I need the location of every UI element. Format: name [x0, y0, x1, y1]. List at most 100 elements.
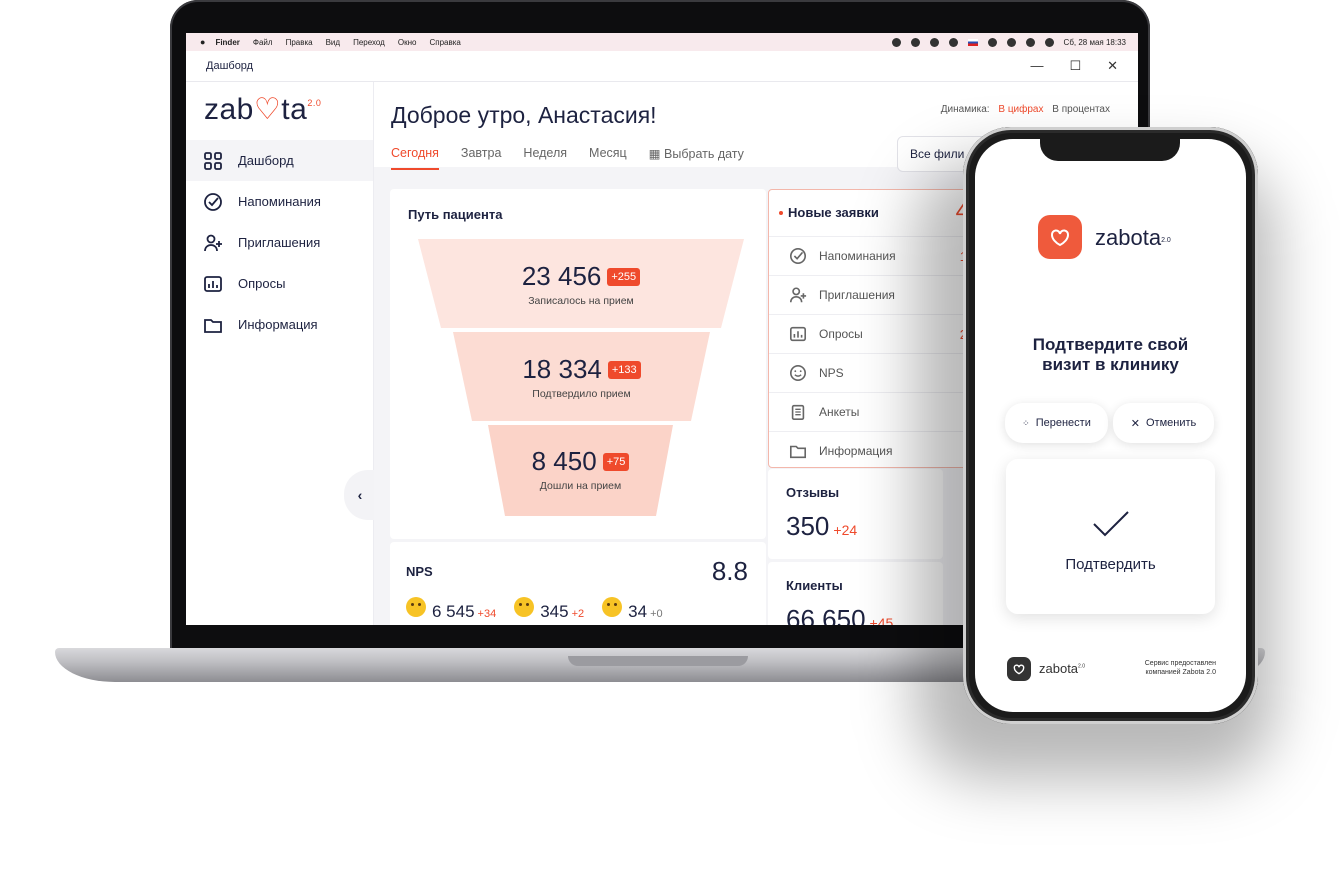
menubar: ● Finder Файл Правка Вид Переход Окно Сп… — [186, 33, 1138, 51]
sidebar-item-reminders[interactable]: Напоминания — [186, 181, 373, 222]
user-plus-icon — [787, 286, 809, 304]
funnel-stage: 8 450 +75 Дошли на прием — [505, 429, 656, 509]
dynamics-toggle: Динамика: В цифрах В процентах — [940, 104, 1110, 115]
phone-brand: zabota2.0 — [1095, 225, 1171, 250]
maximize-button[interactable]: ☐ — [1069, 58, 1081, 74]
close-icon: ✕ — [1130, 417, 1140, 430]
nps-breakdown: 6 545 +34 345 +2 34 +0 — [406, 597, 663, 622]
sidebar-item-invitations[interactable]: Приглашения — [186, 222, 373, 263]
funnel-stage: 23 456 +255 Записалось на прием — [441, 244, 721, 324]
happy-emoji-icon — [406, 597, 426, 617]
apple-icon[interactable]: ● — [200, 37, 205, 47]
delta-badge: +255 — [607, 267, 641, 286]
cancel-button[interactable]: ✕ Отменить — [1113, 403, 1214, 443]
heart-icon: ♡ — [253, 93, 282, 126]
moon-icon[interactable] — [948, 37, 958, 47]
status-icon[interactable] — [929, 37, 939, 47]
menu-edit[interactable]: Правка — [286, 38, 313, 47]
delta-badge: +75 — [602, 452, 630, 471]
menubar-status: Сб, 28 мая 18:33 — [891, 37, 1126, 47]
sidebar-item-label: Напоминания — [238, 194, 321, 209]
date-picker[interactable]: ▦ Выбрать дату — [649, 146, 744, 170]
phone-frame: zabota2.0 Подтвердите свой визит в клини… — [963, 127, 1258, 724]
chart-icon — [787, 325, 809, 343]
sidebar-item-information[interactable]: Информация — [186, 304, 373, 345]
sidebar-item-label: Опросы — [238, 276, 286, 291]
nps-promoters: 6 545 +34 — [406, 597, 496, 622]
wifi-icon[interactable] — [1006, 37, 1016, 47]
phone-notch — [1040, 139, 1180, 161]
check-circle-icon — [787, 247, 809, 265]
folder-icon — [787, 442, 809, 460]
page-title: Доброе утро, Анастасия! — [391, 102, 657, 128]
tab-tomorrow[interactable]: Завтра — [461, 146, 502, 170]
window-title: Дашборд — [206, 60, 254, 72]
check-circle-icon — [202, 191, 224, 213]
chevron-left-icon: ‹ — [357, 487, 363, 503]
sidebar-item-dashboard[interactable]: Дашборд — [186, 140, 373, 181]
minimize-button[interactable]: — — [1030, 58, 1043, 74]
dot-icon — [779, 210, 783, 215]
reviews-value: 350 +24 — [786, 511, 858, 541]
control-center-icon[interactable] — [1025, 37, 1035, 47]
sidebar-item-label: Дашборд — [238, 153, 294, 168]
clipboard-icon — [787, 403, 809, 421]
sidebar-item-label: Приглашения — [238, 235, 321, 250]
nps-neutrals: 345 +2 — [514, 597, 584, 622]
footer-logo-icon — [1007, 657, 1031, 681]
grid-icon — [202, 150, 224, 172]
menu-file[interactable]: Файл — [253, 38, 273, 47]
footer-brand: zabota2.0 — [1039, 661, 1085, 676]
neutral-emoji-icon — [514, 597, 535, 617]
sidebar-item-surveys[interactable]: Опросы — [186, 263, 373, 304]
user-plus-icon — [202, 232, 224, 254]
phone-screen: zabota2.0 Подтвердите свой визит в клини… — [975, 139, 1246, 712]
nps-score: 8.8 — [711, 556, 748, 586]
sidebar-item-label: Информация — [238, 317, 318, 332]
battery-icon[interactable] — [987, 37, 997, 47]
tab-week[interactable]: Неделя — [523, 146, 567, 170]
menu-view[interactable]: Вид — [326, 38, 340, 47]
nps-detractors: 34 +0 — [602, 597, 663, 622]
dynamics-absolute[interactable]: В цифрах — [998, 104, 1043, 115]
menu-finder[interactable]: Finder — [215, 38, 239, 47]
phone-heading: Подтвердите свой визит в клинику — [1032, 335, 1189, 374]
checkmark-icon — [1093, 511, 1129, 537]
dynamics-percent[interactable]: В процентах — [1052, 104, 1110, 115]
close-button[interactable]: ✕ — [1107, 58, 1118, 74]
sad-emoji-icon — [602, 597, 623, 617]
menu-go[interactable]: Переход — [353, 38, 385, 47]
app-logo-icon — [1038, 215, 1082, 259]
status-icon[interactable] — [910, 37, 920, 47]
nps-label: NPS — [406, 564, 433, 579]
menu-help[interactable]: Справка — [429, 38, 460, 47]
keyboard-layout-icon[interactable] — [967, 38, 978, 46]
delta-badge: +133 — [607, 360, 641, 379]
collapse-sidebar-button[interactable]: ‹ — [344, 470, 376, 520]
logo[interactable]: zab♡ta2.0 — [204, 92, 321, 127]
folder-icon — [202, 314, 224, 336]
siri-icon[interactable] — [1044, 37, 1054, 47]
patient-journey-card: Путь пациента 23 456 +255 Записалось на п… — [390, 189, 766, 539]
sidebar: zab♡ta2.0 Дашборд Напоминания Приглашени… — [186, 82, 376, 625]
confirm-button[interactable]: Подтвердить — [1006, 459, 1215, 614]
funnel-stage: 18 334 +133 Подтвердило прием — [472, 337, 691, 417]
nps-card: NPS 8.8 6 545 +34 345 +2 34 +0 — [390, 542, 766, 625]
tab-today[interactable]: Сегодня — [391, 146, 439, 170]
reschedule-button[interactable]: ⁘ Перенести — [1005, 403, 1108, 443]
status-icon[interactable] — [891, 37, 901, 47]
dots-grid-icon: ⁘ — [1022, 417, 1030, 428]
period-tabs: Сегодня Завтра Неделя Месяц ▦ Выбрать да… — [391, 146, 744, 170]
window-titlebar: Дашборд — ☐ ✕ — [186, 51, 1138, 82]
menu-window[interactable]: Окно — [398, 38, 417, 47]
clock[interactable]: Сб, 28 мая 18:33 — [1064, 38, 1126, 47]
calendar-icon: ▦ — [648, 147, 661, 161]
tab-month[interactable]: Месяц — [589, 146, 627, 170]
laptop-notch — [568, 656, 748, 666]
card-title: Новые заявки — [779, 205, 879, 220]
clients-value: 66 650 +45 — [786, 604, 894, 625]
sidebar-nav: Дашборд Напоминания Приглашения Опросы И… — [186, 140, 373, 345]
chart-icon — [202, 273, 224, 295]
footer-note: Сервис предоставлен компанией Zabota 2.0 — [1144, 660, 1216, 676]
smile-icon — [787, 364, 809, 382]
